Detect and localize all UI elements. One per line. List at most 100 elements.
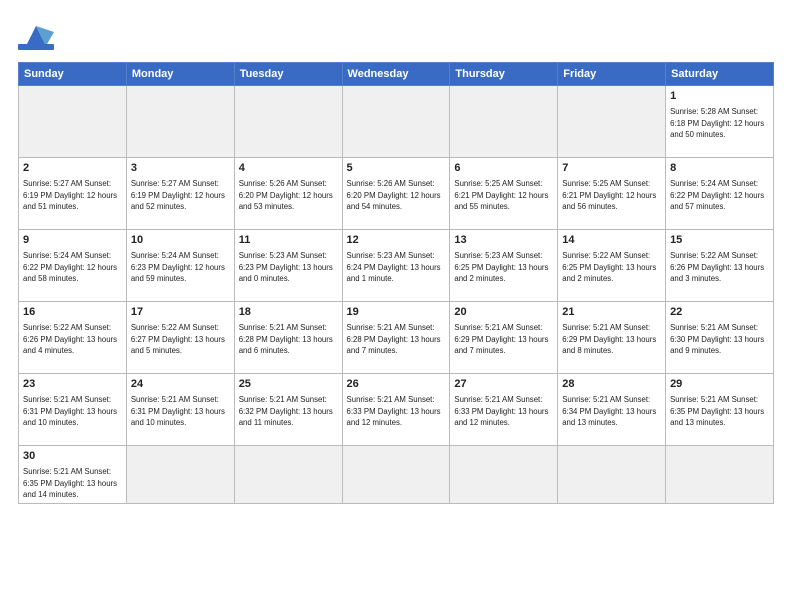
day-number: 23 [23, 377, 122, 392]
logo-icon [18, 18, 54, 54]
calendar-cell: 11 Sunrise: 5:23 AM Sunset: 6:23 PM Dayli… [234, 230, 342, 302]
day-number: 4 [239, 161, 338, 176]
day-number: 12 [347, 233, 446, 248]
day-info: Sunrise: 5:28 AM Sunset: 6:18 PM Dayligh… [670, 106, 769, 140]
day-info: Sunrise: 5:21 AM Sunset: 6:28 PM Dayligh… [347, 322, 446, 356]
day-info: Sunrise: 5:22 AM Sunset: 6:27 PM Dayligh… [131, 322, 230, 356]
day-info: Sunrise: 5:24 AM Sunset: 6:22 PM Dayligh… [670, 178, 769, 212]
calendar-cell: 24 Sunrise: 5:21 AM Sunset: 6:31 PM Dayli… [126, 374, 234, 446]
calendar-cell: 22 Sunrise: 5:21 AM Sunset: 6:30 PM Dayli… [666, 302, 774, 374]
calendar-cell: 10Sunrise: 5:24 AM Sunset: 6:23 PM Dayli… [126, 230, 234, 302]
header-friday: Friday [558, 63, 666, 86]
day-number: 2 [23, 161, 122, 176]
calendar-cell [234, 86, 342, 158]
calendar-cell [666, 446, 774, 504]
day-info: Sunrise: 5:21 AM Sunset: 6:29 PM Dayligh… [454, 322, 553, 356]
day-number: 22 [670, 305, 769, 320]
day-number: 10 [131, 233, 230, 248]
day-info: Sunrise: 5:21 AM Sunset: 6:32 PM Dayligh… [239, 394, 338, 428]
day-info: Sunrise: 5:25 AM Sunset: 6:21 PM Dayligh… [562, 178, 661, 212]
day-number: 7 [562, 161, 661, 176]
day-info: Sunrise: 5:25 AM Sunset: 6:21 PM Dayligh… [454, 178, 553, 212]
day-info: Sunrise: 5:26 AM Sunset: 6:20 PM Dayligh… [239, 178, 338, 212]
day-number: 1 [670, 89, 769, 104]
day-number: 17 [131, 305, 230, 320]
calendar-cell: 3 Sunrise: 5:27 AM Sunset: 6:19 PM Daylig… [126, 158, 234, 230]
day-info: Sunrise: 5:21 AM Sunset: 6:30 PM Dayligh… [670, 322, 769, 356]
day-number: 15 [670, 233, 769, 248]
calendar-cell: 28 Sunrise: 5:21 AM Sunset: 6:34 PM Dayli… [558, 374, 666, 446]
day-number: 5 [347, 161, 446, 176]
day-number: 27 [454, 377, 553, 392]
calendar-cell [450, 446, 558, 504]
calendar-cell [19, 86, 127, 158]
calendar-cell: 14 Sunrise: 5:22 AM Sunset: 6:25 PM Dayli… [558, 230, 666, 302]
calendar-cell [342, 86, 450, 158]
day-number: 8 [670, 161, 769, 176]
day-number: 6 [454, 161, 553, 176]
day-info: Sunrise: 5:21 AM Sunset: 6:34 PM Dayligh… [562, 394, 661, 428]
calendar-cell: 6 Sunrise: 5:25 AM Sunset: 6:21 PM Daylig… [450, 158, 558, 230]
calendar-cell: 26 Sunrise: 5:21 AM Sunset: 6:33 PM Dayli… [342, 374, 450, 446]
weekday-header-row: Sunday Monday Tuesday Wednesday Thursday… [19, 63, 774, 86]
calendar-cell: 20 Sunrise: 5:21 AM Sunset: 6:29 PM Dayli… [450, 302, 558, 374]
calendar-cell [342, 446, 450, 504]
calendar-cell [558, 446, 666, 504]
day-info: Sunrise: 5:23 AM Sunset: 6:24 PM Dayligh… [347, 250, 446, 284]
calendar-cell: 2Sunrise: 5:27 AM Sunset: 6:19 PM Daylig… [19, 158, 127, 230]
day-number: 25 [239, 377, 338, 392]
calendar-cell [450, 86, 558, 158]
calendar-cell: 25 Sunrise: 5:21 AM Sunset: 6:32 PM Dayli… [234, 374, 342, 446]
calendar-cell: 8 Sunrise: 5:24 AM Sunset: 6:22 PM Daylig… [666, 158, 774, 230]
day-info: Sunrise: 5:24 AM Sunset: 6:22 PM Dayligh… [23, 250, 122, 284]
day-number: 20 [454, 305, 553, 320]
calendar-cell: 12 Sunrise: 5:23 AM Sunset: 6:24 PM Dayli… [342, 230, 450, 302]
calendar-cell: 18Sunrise: 5:21 AM Sunset: 6:28 PM Dayli… [234, 302, 342, 374]
day-number: 28 [562, 377, 661, 392]
calendar-cell: 27 Sunrise: 5:21 AM Sunset: 6:33 PM Dayli… [450, 374, 558, 446]
day-number: 24 [131, 377, 230, 392]
header-thursday: Thursday [450, 63, 558, 86]
day-info: Sunrise: 5:22 AM Sunset: 6:26 PM Dayligh… [670, 250, 769, 284]
calendar-table: Sunday Monday Tuesday Wednesday Thursday… [18, 62, 774, 504]
page-header [18, 18, 774, 54]
day-info: Sunrise: 5:27 AM Sunset: 6:19 PM Dayligh… [131, 178, 230, 212]
day-number: 11 [239, 233, 338, 248]
calendar-cell: 23 Sunrise: 5:21 AM Sunset: 6:31 PM Dayli… [19, 374, 127, 446]
day-number: 19 [347, 305, 446, 320]
day-number: 21 [562, 305, 661, 320]
calendar-cell: 4 Sunrise: 5:26 AM Sunset: 6:20 PM Daylig… [234, 158, 342, 230]
calendar-cell: 30 Sunrise: 5:21 AM Sunset: 6:35 PM Dayli… [19, 446, 127, 504]
day-number: 26 [347, 377, 446, 392]
day-number: 9 [23, 233, 122, 248]
day-number: 29 [670, 377, 769, 392]
calendar-cell: 15 Sunrise: 5:22 AM Sunset: 6:26 PM Dayli… [666, 230, 774, 302]
header-wednesday: Wednesday [342, 63, 450, 86]
day-number: 30 [23, 449, 122, 464]
day-info: Sunrise: 5:21 AM Sunset: 6:33 PM Dayligh… [347, 394, 446, 428]
day-info: Sunrise: 5:21 AM Sunset: 6:35 PM Dayligh… [670, 394, 769, 428]
day-info: Sunrise: 5:21 AM Sunset: 6:35 PM Dayligh… [23, 466, 122, 500]
header-tuesday: Tuesday [234, 63, 342, 86]
header-sunday: Sunday [19, 63, 127, 86]
calendar-cell [234, 446, 342, 504]
day-info: Sunrise: 5:22 AM Sunset: 6:26 PM Dayligh… [23, 322, 122, 356]
day-info: Sunrise: 5:21 AM Sunset: 6:33 PM Dayligh… [454, 394, 553, 428]
calendar-cell: 5Sunrise: 5:26 AM Sunset: 6:20 PM Daylig… [342, 158, 450, 230]
day-info: Sunrise: 5:22 AM Sunset: 6:25 PM Dayligh… [562, 250, 661, 284]
header-monday: Monday [126, 63, 234, 86]
calendar-cell: 21 Sunrise: 5:21 AM Sunset: 6:29 PM Dayli… [558, 302, 666, 374]
day-info: Sunrise: 5:21 AM Sunset: 6:31 PM Dayligh… [23, 394, 122, 428]
day-info: Sunrise: 5:23 AM Sunset: 6:23 PM Dayligh… [239, 250, 338, 284]
day-info: Sunrise: 5:21 AM Sunset: 6:29 PM Dayligh… [562, 322, 661, 356]
day-number: 3 [131, 161, 230, 176]
day-number: 14 [562, 233, 661, 248]
calendar-cell: 7 Sunrise: 5:25 AM Sunset: 6:21 PM Daylig… [558, 158, 666, 230]
day-number: 13 [454, 233, 553, 248]
day-number: 16 [23, 305, 122, 320]
calendar-cell: 19 Sunrise: 5:21 AM Sunset: 6:28 PM Dayli… [342, 302, 450, 374]
day-info: Sunrise: 5:21 AM Sunset: 6:31 PM Dayligh… [131, 394, 230, 428]
calendar-cell: 29 Sunrise: 5:21 AM Sunset: 6:35 PM Dayli… [666, 374, 774, 446]
header-saturday: Saturday [666, 63, 774, 86]
day-info: Sunrise: 5:23 AM Sunset: 6:25 PM Dayligh… [454, 250, 553, 284]
